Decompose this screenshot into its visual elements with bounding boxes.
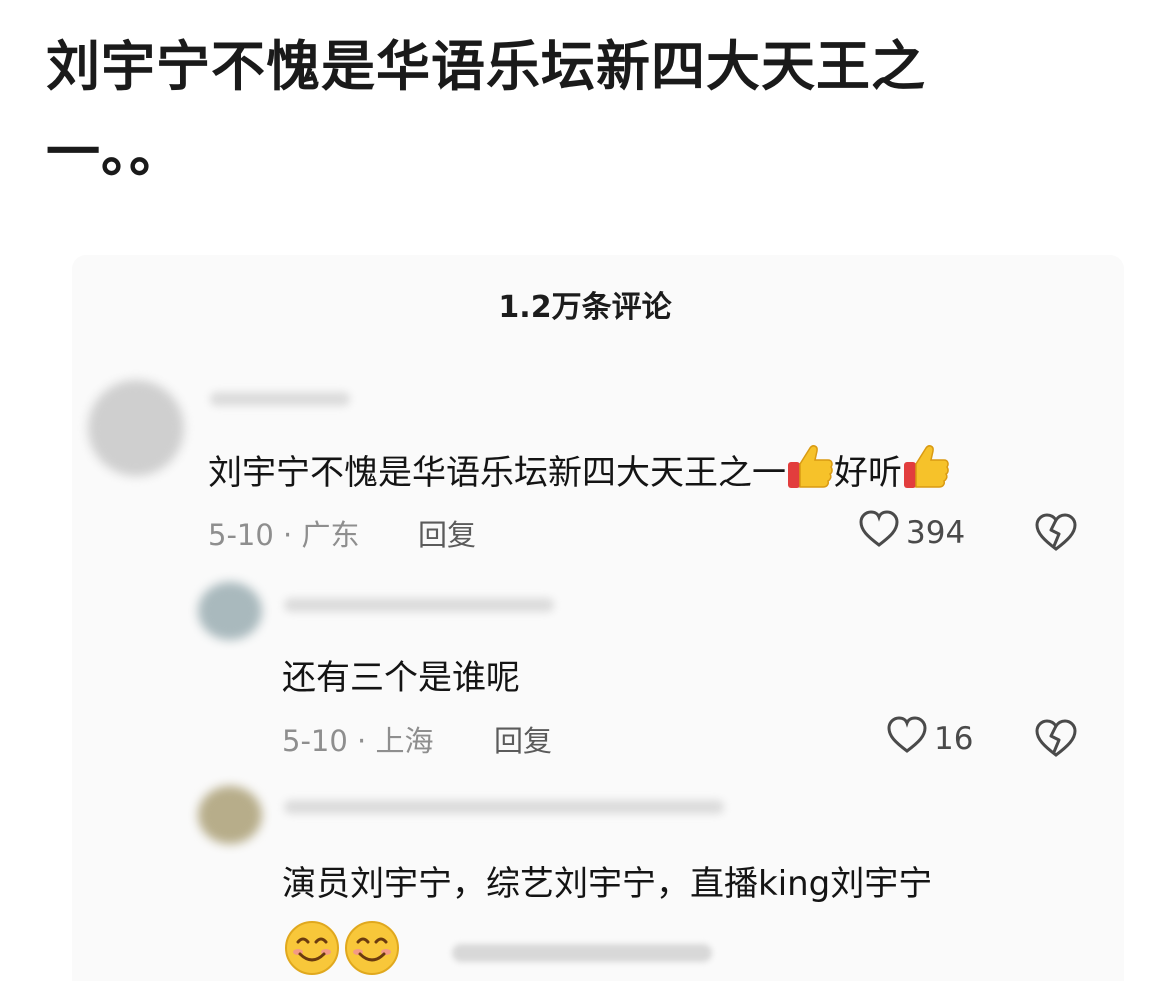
reply-button[interactable]: 回复 (418, 512, 476, 554)
heart-icon (886, 716, 928, 762)
like-count: 16 (934, 721, 974, 757)
thumbs-up-emoji-icon (786, 444, 834, 499)
comment-text: 还有三个是谁呢 (282, 658, 520, 698)
comment-count: 1.2万条评论 (498, 290, 672, 325)
comment-meta: 5-10 · 广东 (208, 518, 360, 552)
comment-text: 演员刘宇宁，综艺刘宇宁，直播king刘宇宁 (282, 864, 933, 904)
dislike-broken-heart-icon[interactable] (1034, 512, 1078, 556)
username-blurred[interactable] (210, 392, 350, 406)
username-blurred[interactable] (284, 800, 724, 814)
like-button[interactable]: 394 (858, 510, 965, 556)
avatar[interactable] (198, 786, 262, 844)
smiling-face-emoji-icon (344, 920, 400, 980)
heart-icon (858, 510, 900, 556)
avatar[interactable] (198, 582, 262, 640)
username-blurred[interactable] (284, 598, 554, 612)
like-button[interactable]: 16 (886, 716, 973, 762)
avatar[interactable] (88, 380, 184, 476)
dislike-broken-heart-icon[interactable] (1034, 718, 1078, 762)
thumbs-up-emoji-icon (902, 444, 950, 499)
smiling-face-emoji-icon (284, 920, 340, 980)
reply-button[interactable]: 回复 (494, 718, 552, 760)
comment-text: 刘宇宁不愧是华语乐坛新四大天王之一 好听 (208, 444, 950, 499)
post-title: 刘宇宁不愧是华语乐坛新四大天王之一。。 (46, 35, 926, 184)
comment-meta: 5-10 · 上海 (282, 724, 434, 758)
blurred-content (452, 944, 712, 962)
like-count: 394 (906, 515, 966, 551)
